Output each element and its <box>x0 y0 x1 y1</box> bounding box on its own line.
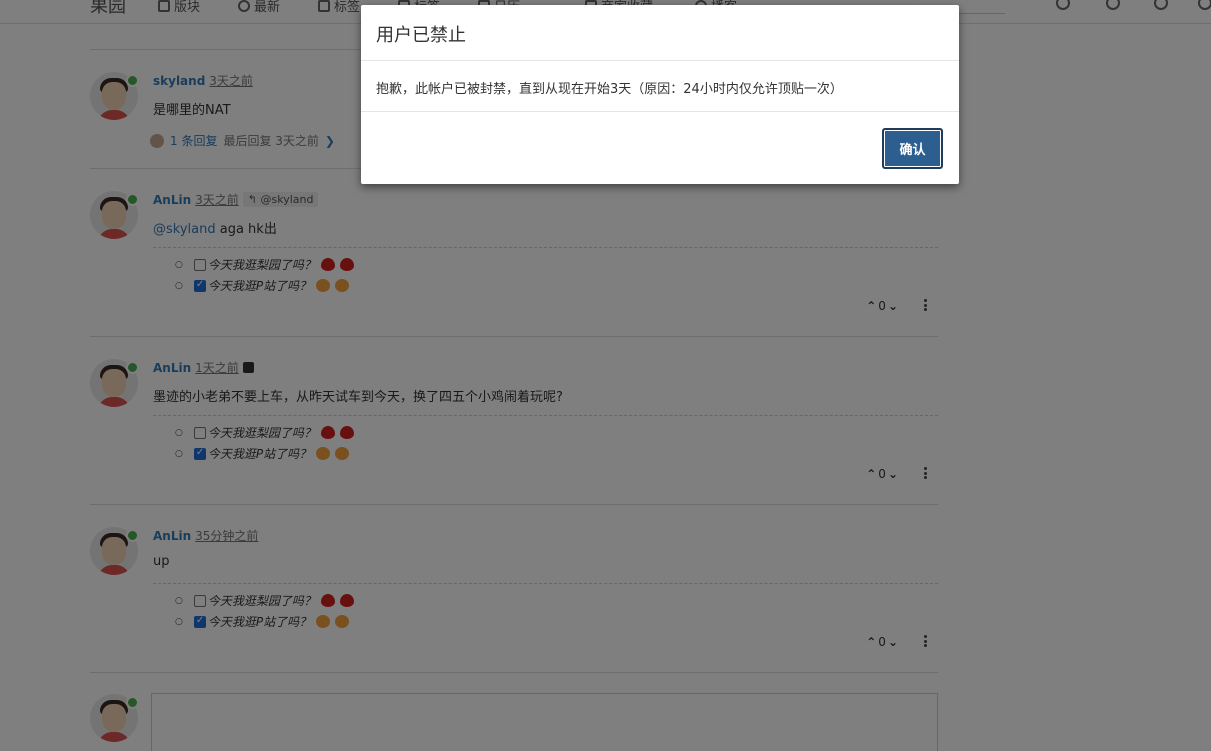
dialog-footer: 确认 <box>361 112 959 184</box>
dialog-title: 用户已禁止 <box>361 5 959 61</box>
dialog-message: 抱歉，此帐户已被封禁，直到从现在开始3天（原因：24小时内仅允许顶贴一次） <box>361 61 959 112</box>
confirm-button[interactable]: 确认 <box>882 128 943 169</box>
ban-dialog: 用户已禁止 抱歉，此帐户已被封禁，直到从现在开始3天（原因：24小时内仅允许顶贴… <box>361 5 959 184</box>
